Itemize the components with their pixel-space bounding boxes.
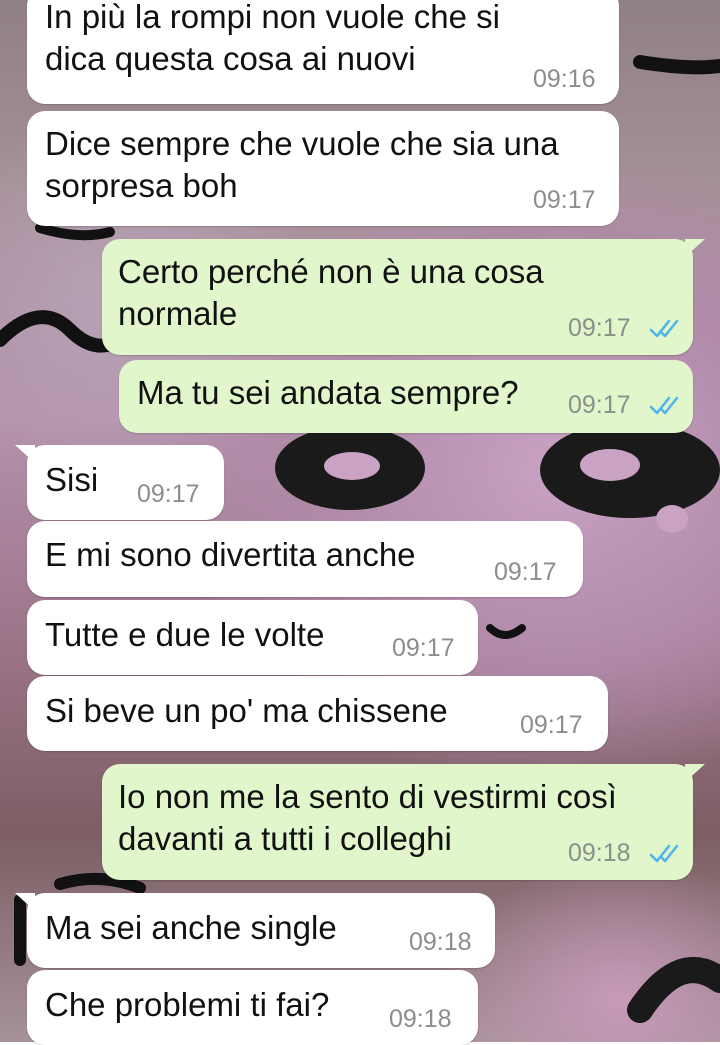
- message-text-line: In più la rompi non vuole che si: [45, 0, 500, 35]
- outgoing-message-bubble[interactable]: Ma tu sei andata sempre? 09:17: [119, 360, 693, 433]
- message-text: E mi sono divertita anche: [45, 534, 416, 576]
- message-text: Certo perché non è una cosa normale: [118, 251, 544, 335]
- message-timestamp: 09:18: [568, 839, 631, 867]
- message-timestamp: 09:17: [137, 480, 200, 508]
- message-timestamp: 09:18: [409, 928, 472, 956]
- message-text-line: Sisi: [45, 461, 99, 498]
- message-text-line: Si beve un po' ma chissene: [45, 692, 448, 729]
- message-text: Io non me la sento di vestirmi così davan…: [118, 776, 617, 860]
- bubble-tail: [685, 764, 705, 782]
- incoming-message-bubble[interactable]: Tutte e due le volte 09:17: [27, 600, 478, 675]
- message-timestamp: 09:17: [520, 711, 583, 739]
- message-text: Tutte e due le volte: [45, 614, 324, 656]
- message-text-line: Dice sempre che vuole che sia una: [45, 125, 559, 162]
- incoming-message-bubble[interactable]: E mi sono divertita anche 09:17: [27, 521, 583, 597]
- bubble-tail: [15, 893, 35, 911]
- message-text: Dice sempre che vuole che sia una sorpres…: [45, 123, 559, 207]
- message-text-line: normale: [118, 295, 238, 332]
- message-text-line: Che problemi ti fai?: [45, 986, 330, 1023]
- message-text-line: sorpresa boh: [45, 167, 238, 204]
- read-receipt-icon: [649, 844, 679, 863]
- read-receipt-icon: [649, 319, 679, 338]
- message-text: Ma tu sei andata sempre?: [137, 372, 519, 414]
- outgoing-message-bubble[interactable]: Io non me la sento di vestirmi così davan…: [102, 764, 705, 880]
- message-text-line: Ma tu sei andata sempre?: [137, 374, 519, 411]
- message-timestamp: 09:17: [568, 314, 631, 342]
- message-text: Sisi: [45, 459, 98, 501]
- read-receipt-icon: [649, 396, 679, 415]
- message-timestamp: 09:16: [533, 65, 596, 93]
- incoming-message-bubble[interactable]: Ma sei anche single 09:18: [15, 893, 495, 968]
- message-timestamp: 09:17: [533, 186, 596, 214]
- message-timestamp: 09:17: [568, 391, 631, 419]
- message-text-line: E mi sono divertita anche: [45, 536, 416, 573]
- incoming-message-bubble[interactable]: Sisi 09:17: [15, 445, 224, 520]
- message-text: Ma sei anche single: [45, 907, 337, 949]
- incoming-message-bubble[interactable]: In più la rompi non vuole che si dica que…: [27, 0, 619, 104]
- incoming-message-bubble[interactable]: Dice sempre che vuole che sia una sorpres…: [27, 111, 619, 226]
- bubble-tail: [15, 445, 35, 463]
- message-text-line: Certo perché non è una cosa: [118, 253, 544, 290]
- message-text-line: Io non me la sento di vestirmi così: [118, 778, 617, 815]
- message-text-line: dica questa cosa ai nuovi: [45, 40, 416, 77]
- message-text-line: davanti a tutti i colleghi: [118, 820, 452, 857]
- incoming-message-bubble[interactable]: Che problemi ti fai? 09:18: [27, 970, 478, 1045]
- message-text-line: Ma sei anche single: [45, 909, 337, 946]
- message-timestamp: 09:17: [392, 634, 455, 662]
- outgoing-message-bubble[interactable]: Certo perché non è una cosa normale 09:17: [102, 239, 705, 355]
- incoming-message-bubble[interactable]: Si beve un po' ma chissene 09:17: [27, 676, 608, 751]
- message-timestamp: 09:17: [494, 558, 557, 586]
- message-timestamp: 09:18: [389, 1005, 452, 1033]
- message-text: In più la rompi non vuole che si dica que…: [45, 0, 500, 80]
- message-text-line: Tutte e due le volte: [45, 616, 325, 653]
- bubble-tail: [685, 239, 705, 257]
- message-text: Che problemi ti fai?: [45, 984, 329, 1026]
- message-text: Si beve un po' ma chissene: [45, 690, 448, 732]
